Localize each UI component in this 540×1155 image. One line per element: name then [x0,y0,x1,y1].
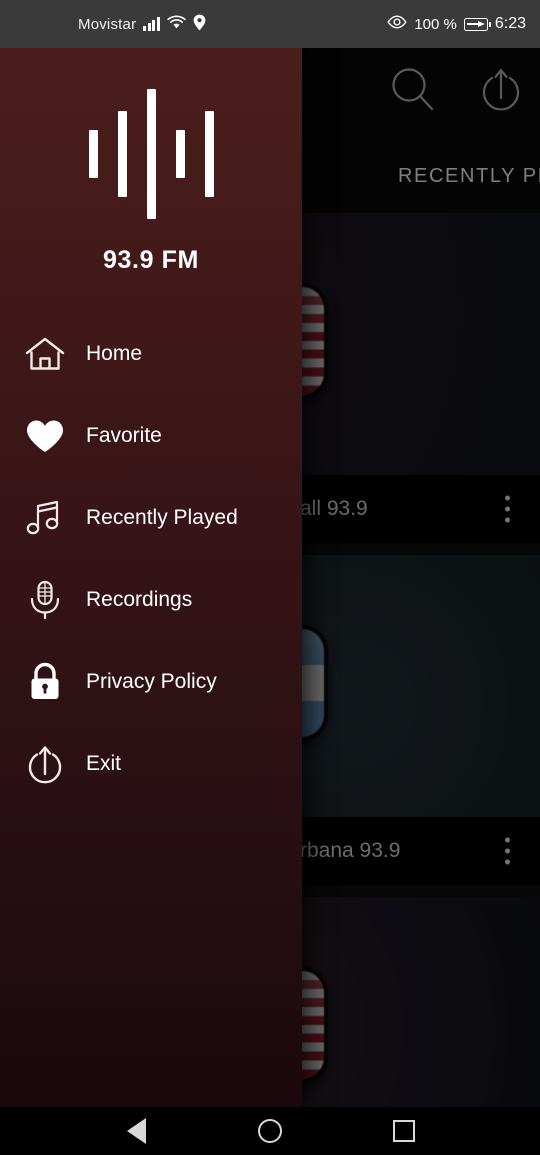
station-frequency-title: 93.9 FM [103,246,199,274]
status-bar-left: Movistar [78,14,206,35]
drawer-item-label: Exit [86,752,122,775]
drawer-item-label: Home [86,342,143,365]
equalizer-bars-logo [0,80,302,228]
music-note-icon [16,498,74,538]
home-icon [16,334,74,374]
clock-label: 6:23 [494,15,526,32]
location-pin-icon [193,14,206,35]
status-bar-right: 100 % 6:23 [387,15,526,33]
power-exit-icon [16,743,74,785]
home-circle-icon[interactable] [253,1114,287,1148]
drawer-item-exit[interactable]: Exit [0,723,302,805]
drawer-item-privacy-policy[interactable]: Privacy Policy [0,641,302,723]
drawer-item-recordings[interactable]: Recordings [0,559,302,641]
drawer-item-recently-played[interactable]: Recently Played [0,477,302,559]
android-nav-bar [0,1107,540,1155]
eye-icon [387,15,407,33]
drawer-item-label: Recordings [86,588,193,611]
drawer-menu: Home Favorite Recently Played Recordings… [0,313,302,805]
wifi-icon [167,15,186,34]
battery-charging-icon [463,17,492,31]
heart-icon [16,416,74,456]
microphone-icon [16,579,74,621]
lock-icon [16,661,74,703]
drawer-item-label: Favorite [86,424,162,447]
status-bar: Movistar 100 % 6:23 [0,0,540,48]
drawer-item-home[interactable]: Home [0,313,302,395]
battery-percent-label: 100 % [414,15,457,33]
drawer-scrim[interactable] [300,48,540,1107]
navigation-drawer: 93.9 FM Home Favorite Recently Played Re… [0,48,302,1107]
back-triangle-icon[interactable] [119,1114,153,1148]
drawer-item-label: Privacy Policy [86,670,217,693]
signal-bars-icon [143,17,160,31]
recents-square-icon[interactable] [387,1114,421,1148]
phone-screen: Movistar 100 % 6:23 RECENTLY PL all 93.9… [0,0,540,1155]
drawer-item-favorite[interactable]: Favorite [0,395,302,477]
drawer-item-label: Recently Played [86,506,238,529]
carrier-label: Movistar [78,15,137,33]
